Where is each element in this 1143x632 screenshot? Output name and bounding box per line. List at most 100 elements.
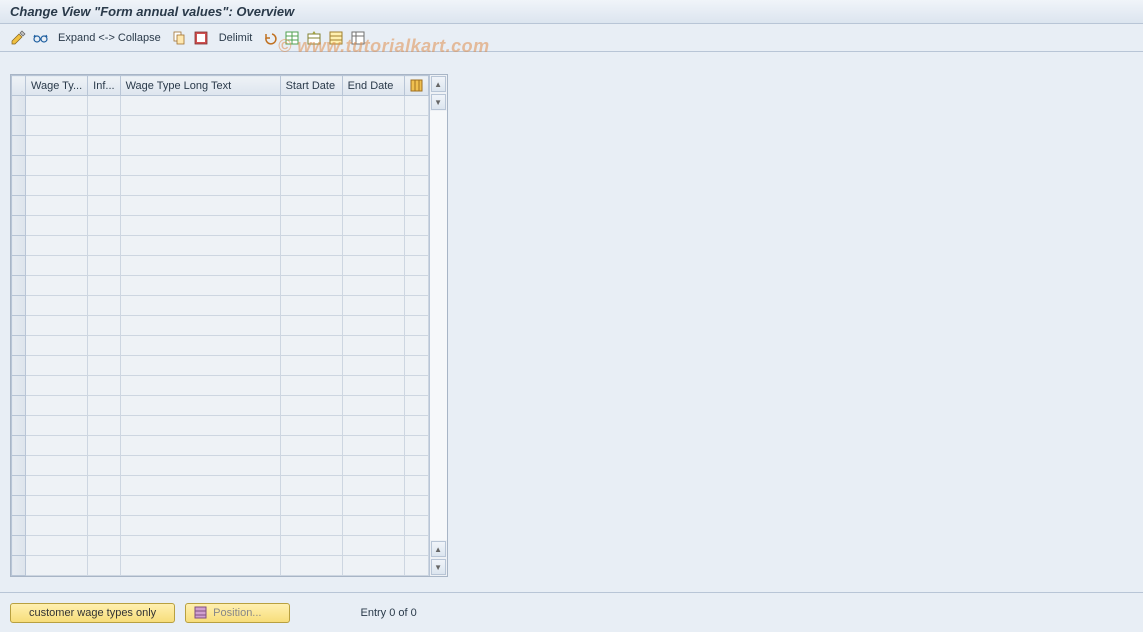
row-selector[interactable] xyxy=(12,496,26,516)
cell-wage-type[interactable] xyxy=(26,376,88,396)
cell-wage-type[interactable] xyxy=(26,296,88,316)
cell-start-date[interactable] xyxy=(280,216,342,236)
delimit-button[interactable]: Delimit xyxy=(215,30,257,46)
cell-end-date[interactable] xyxy=(342,356,404,376)
cell-end-date[interactable] xyxy=(342,236,404,256)
row-selector[interactable] xyxy=(12,96,26,116)
col-header-inf[interactable]: Inf... xyxy=(88,76,120,96)
cell-start-date[interactable] xyxy=(280,416,342,436)
cell-long-text[interactable] xyxy=(120,556,280,576)
cell-long-text[interactable] xyxy=(120,536,280,556)
configure-columns-icon[interactable] xyxy=(404,76,428,96)
cell-inf[interactable] xyxy=(88,416,120,436)
cell-start-date[interactable] xyxy=(280,136,342,156)
row-selector[interactable] xyxy=(12,116,26,136)
cell-wage-type[interactable] xyxy=(26,396,88,416)
row-selector[interactable] xyxy=(12,396,26,416)
cell-long-text[interactable] xyxy=(120,116,280,136)
cell-wage-type[interactable] xyxy=(26,136,88,156)
cell-wage-type[interactable] xyxy=(26,276,88,296)
cell-wage-type[interactable] xyxy=(26,476,88,496)
cell-long-text[interactable] xyxy=(120,436,280,456)
cell-end-date[interactable] xyxy=(342,416,404,436)
cell-inf[interactable] xyxy=(88,96,120,116)
cell-start-date[interactable] xyxy=(280,456,342,476)
cell-start-date[interactable] xyxy=(280,296,342,316)
cell-end-date[interactable] xyxy=(342,116,404,136)
cell-long-text[interactable] xyxy=(120,136,280,156)
cell-long-text[interactable] xyxy=(120,256,280,276)
cell-inf[interactable] xyxy=(88,156,120,176)
cell-long-text[interactable] xyxy=(120,356,280,376)
cell-inf[interactable] xyxy=(88,436,120,456)
cell-inf[interactable] xyxy=(88,516,120,536)
cell-start-date[interactable] xyxy=(280,96,342,116)
cell-wage-type[interactable] xyxy=(26,516,88,536)
scroll-down2-icon[interactable]: ▼ xyxy=(431,559,446,575)
cell-long-text[interactable] xyxy=(120,276,280,296)
cell-inf[interactable] xyxy=(88,176,120,196)
cell-long-text[interactable] xyxy=(120,476,280,496)
row-selector[interactable] xyxy=(12,236,26,256)
row-selector[interactable] xyxy=(12,136,26,156)
cell-end-date[interactable] xyxy=(342,396,404,416)
row-selector[interactable] xyxy=(12,256,26,276)
cell-inf[interactable] xyxy=(88,396,120,416)
row-selector[interactable] xyxy=(12,516,26,536)
cell-end-date[interactable] xyxy=(342,476,404,496)
cell-inf[interactable] xyxy=(88,356,120,376)
cell-long-text[interactable] xyxy=(120,416,280,436)
cell-wage-type[interactable] xyxy=(26,236,88,256)
cell-start-date[interactable] xyxy=(280,436,342,456)
cell-wage-type[interactable] xyxy=(26,216,88,236)
cell-long-text[interactable] xyxy=(120,336,280,356)
cell-wage-type[interactable] xyxy=(26,316,88,336)
cell-start-date[interactable] xyxy=(280,316,342,336)
customer-wage-types-button[interactable]: customer wage types only xyxy=(10,603,175,623)
cell-start-date[interactable] xyxy=(280,476,342,496)
cell-long-text[interactable] xyxy=(120,156,280,176)
cell-end-date[interactable] xyxy=(342,216,404,236)
cell-wage-type[interactable] xyxy=(26,536,88,556)
cell-end-date[interactable] xyxy=(342,176,404,196)
scroll-track[interactable] xyxy=(430,111,447,540)
cell-start-date[interactable] xyxy=(280,256,342,276)
cell-start-date[interactable] xyxy=(280,376,342,396)
cell-wage-type[interactable] xyxy=(26,256,88,276)
cell-start-date[interactable] xyxy=(280,116,342,136)
copy-icon[interactable] xyxy=(171,30,187,46)
row-selector[interactable] xyxy=(12,456,26,476)
cell-wage-type[interactable] xyxy=(26,96,88,116)
col-header-start-date[interactable]: Start Date xyxy=(280,76,342,96)
col-header-long-text[interactable]: Wage Type Long Text xyxy=(120,76,280,96)
cell-end-date[interactable] xyxy=(342,436,404,456)
row-selector[interactable] xyxy=(12,296,26,316)
cell-inf[interactable] xyxy=(88,336,120,356)
cell-inf[interactable] xyxy=(88,296,120,316)
col-header-wage-type[interactable]: Wage Ty... xyxy=(26,76,88,96)
row-selector[interactable] xyxy=(12,216,26,236)
cell-wage-type[interactable] xyxy=(26,156,88,176)
cell-long-text[interactable] xyxy=(120,96,280,116)
cell-wage-type[interactable] xyxy=(26,436,88,456)
cell-start-date[interactable] xyxy=(280,516,342,536)
cell-start-date[interactable] xyxy=(280,196,342,216)
row-selector[interactable] xyxy=(12,176,26,196)
cell-long-text[interactable] xyxy=(120,376,280,396)
cell-inf[interactable] xyxy=(88,116,120,136)
cell-start-date[interactable] xyxy=(280,156,342,176)
cell-inf[interactable] xyxy=(88,236,120,256)
cell-inf[interactable] xyxy=(88,476,120,496)
table-yellow-icon[interactable] xyxy=(328,30,344,46)
cell-wage-type[interactable] xyxy=(26,196,88,216)
select-all-icon[interactable] xyxy=(193,30,209,46)
cell-inf[interactable] xyxy=(88,536,120,556)
cell-end-date[interactable] xyxy=(342,376,404,396)
row-selector[interactable] xyxy=(12,556,26,576)
cell-inf[interactable] xyxy=(88,256,120,276)
row-selector[interactable] xyxy=(12,316,26,336)
cell-inf[interactable] xyxy=(88,496,120,516)
position-button[interactable]: Position... xyxy=(185,603,290,623)
cell-wage-type[interactable] xyxy=(26,416,88,436)
cell-inf[interactable] xyxy=(88,456,120,476)
